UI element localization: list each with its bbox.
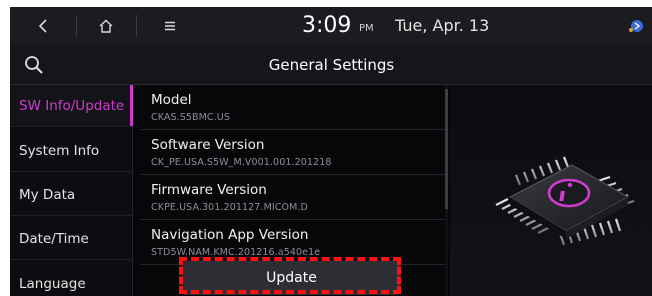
- page-title: General Settings: [268, 56, 395, 74]
- clock-ampm: PM: [359, 23, 374, 34]
- status-bar: 3:09 PM Tue, Apr. 13: [10, 7, 652, 45]
- list-item: Navigation App Version STD5W.NAM.KMC.201…: [140, 220, 446, 265]
- home-icon: [99, 19, 113, 33]
- software-version-value: CK_PE.USA.S5W_M.V001.001.201218: [151, 157, 332, 168]
- model-value: CKAS.S5BMC.US: [151, 112, 230, 123]
- phone-status-icon: [629, 20, 643, 32]
- software-version-label: Software Version: [151, 137, 265, 153]
- list-item: Software Version CK_PE.USA.S5W_M.V001.00…: [140, 130, 446, 175]
- firmware-version-label: Firmware Version: [151, 182, 267, 198]
- list-item: Model CKAS.S5BMC.US: [140, 85, 446, 130]
- firmware-version-value: CKPE.USA.301.201127.MICOM.D: [151, 202, 308, 213]
- sidebar-item-system-info[interactable]: System Info: [10, 130, 133, 172]
- model-label: Model: [151, 92, 192, 108]
- home-button[interactable]: [76, 7, 136, 45]
- sidebar-item-language[interactable]: Language: [10, 263, 133, 296]
- sidebar-item-my-data[interactable]: My Data: [10, 174, 133, 216]
- sidebar-item-date-time[interactable]: Date/Time: [10, 218, 133, 260]
- divider: [136, 15, 137, 37]
- menu-button[interactable]: [150, 7, 190, 45]
- update-button[interactable]: Update: [183, 261, 400, 295]
- scrollbar-thumb[interactable]: [445, 89, 448, 209]
- hamburger-menu-icon: [165, 21, 175, 31]
- list-item: Firmware Version CKPE.USA.301.201127.MIC…: [140, 175, 446, 220]
- date-display: Tue, Apr. 13: [395, 16, 490, 35]
- info-chip-icon: [495, 156, 635, 246]
- clock-time: 3:09: [302, 13, 352, 38]
- navigation-app-version-label: Navigation App Version: [151, 227, 309, 243]
- sidebar-item-sw-info-update[interactable]: SW Info/Update: [10, 85, 133, 127]
- navigation-app-version-value: STD5W.NAM.KMC.201216.a540e1e: [151, 247, 321, 258]
- back-button[interactable]: [10, 7, 76, 45]
- title-bar: General Settings: [10, 45, 652, 85]
- chevron-left-icon: [38, 19, 47, 33]
- settings-screen: 3:09 PM Tue, Apr. 13 General Settings SW…: [10, 7, 652, 296]
- settings-sidebar: SW Info/Update System Info My Data Date/…: [10, 85, 133, 296]
